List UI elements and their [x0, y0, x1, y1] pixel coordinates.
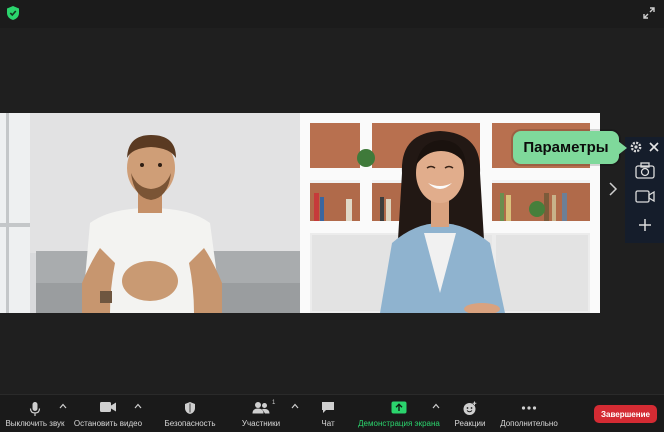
- fullscreen-icon[interactable]: [642, 6, 656, 20]
- reaction-icon: [463, 401, 477, 415]
- mute-options-caret[interactable]: [59, 403, 67, 409]
- participants-count: 1: [272, 400, 276, 406]
- top-bar: [0, 0, 664, 28]
- participants-icon: [252, 402, 270, 414]
- plus-icon[interactable]: [638, 218, 652, 232]
- more-button[interactable]: Дополнительно: [498, 398, 560, 430]
- participants-options-caret[interactable]: [291, 403, 299, 409]
- reactions-button[interactable]: Реакции: [450, 398, 490, 430]
- participant-1-video: [0, 113, 300, 313]
- video-icon[interactable]: [635, 189, 655, 204]
- video-camera-icon: [100, 402, 116, 412]
- close-icon[interactable]: [648, 141, 660, 153]
- chat-button[interactable]: Чат: [312, 398, 344, 430]
- gear-icon[interactable]: [630, 141, 642, 153]
- end-meeting-label: Завершение: [601, 409, 650, 419]
- tooltip-label: Параметры: [523, 139, 609, 156]
- share-options-caret[interactable]: [432, 403, 440, 409]
- end-meeting-button[interactable]: Завершение: [594, 405, 657, 423]
- mute-button[interactable]: Выключить звук: [4, 398, 66, 430]
- video-tile-participant-1[interactable]: [0, 113, 300, 313]
- more-icon: [521, 406, 537, 410]
- security-button[interactable]: Безопасность: [160, 398, 220, 430]
- meeting-toolbar: Выключить звук Остановить видео Безопасн…: [0, 394, 664, 432]
- video-options-caret[interactable]: [134, 403, 142, 409]
- microphone-icon: [29, 402, 41, 416]
- chevron-right-icon[interactable]: [608, 182, 618, 196]
- participants-button[interactable]: 1 Участники: [234, 398, 288, 430]
- share-screen-button[interactable]: Демонстрация экрана: [356, 398, 442, 430]
- chat-icon: [322, 402, 334, 413]
- camera-snapshot-icon[interactable]: [635, 162, 655, 179]
- settings-tooltip: Параметры: [513, 131, 627, 164]
- shield-icon[interactable]: [6, 5, 20, 21]
- share-screen-icon: [391, 401, 407, 414]
- shield-security-icon: [185, 402, 195, 414]
